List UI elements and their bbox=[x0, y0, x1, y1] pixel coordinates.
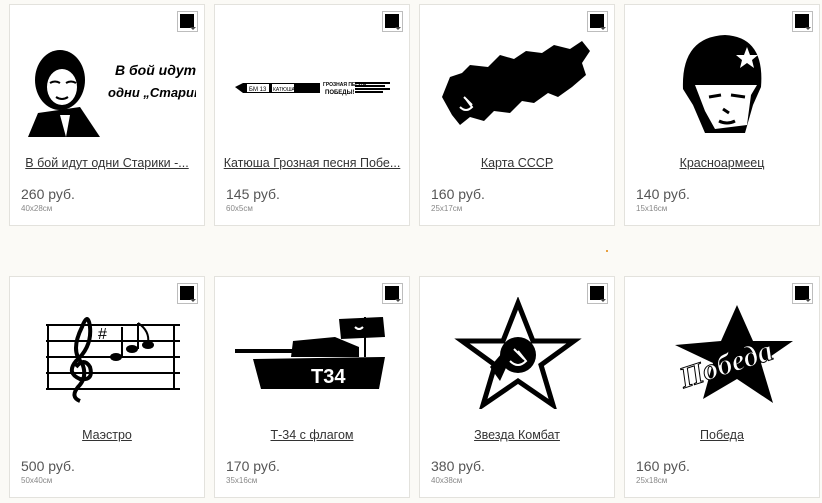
product-card[interactable]: Звезда Комбат 380 руб. 40x38см bbox=[419, 276, 615, 498]
product-image-ussr-map[interactable] bbox=[430, 25, 606, 137]
product-title-link[interactable]: Победа bbox=[629, 428, 815, 442]
product-price: 160 руб. bbox=[431, 186, 485, 202]
product-size: 60x5см bbox=[226, 204, 253, 213]
art-text: КАТЮША bbox=[273, 87, 296, 93]
art-text: В бой идут bbox=[115, 62, 196, 78]
art-text: Т34 bbox=[311, 366, 346, 388]
product-size: 40x28см bbox=[21, 204, 53, 213]
product-card[interactable]: Победа Победа 160 руб. 25x18см bbox=[624, 276, 820, 498]
product-title-link[interactable]: Катюша Грозная песня Побе... bbox=[219, 156, 405, 170]
product-image-pobeda[interactable]: Победа bbox=[635, 297, 811, 409]
product-card[interactable]: Красноармеец 140 руб. 15x16см bbox=[624, 4, 820, 226]
product-title-link[interactable]: Маэстро bbox=[14, 428, 200, 442]
product-image-old-men[interactable]: В бой идут одни „Старики" bbox=[20, 25, 215, 137]
product-image-red-army-soldier[interactable] bbox=[635, 25, 811, 137]
art-text: ПОБЕДЫ! bbox=[325, 90, 354, 96]
art-text: БМ 13 bbox=[249, 87, 267, 93]
product-card[interactable]: Т34 Т-34 с флагом 170 руб. 35x16см bbox=[214, 276, 410, 498]
product-title-link[interactable]: В бой идут одни Старики -... bbox=[14, 156, 200, 170]
product-title-link[interactable]: Красноармеец bbox=[629, 156, 815, 170]
product-title-link[interactable]: Карта СССР bbox=[424, 156, 610, 170]
product-title-link[interactable]: Звезда Комбат bbox=[424, 428, 610, 442]
product-image-t34-tank[interactable]: Т34 bbox=[225, 297, 401, 409]
product-card[interactable]: БМ 13 КАТЮША ГРОЗНАЯ ПЕСНЯ ПОБЕДЫ! Катюш… bbox=[214, 4, 410, 226]
product-price: 500 руб. bbox=[21, 458, 75, 474]
product-size: 35x16см bbox=[226, 476, 258, 485]
product-size: 25x18см bbox=[636, 476, 668, 485]
product-price: 260 руб. bbox=[21, 186, 75, 202]
product-image-maestro[interactable]: # bbox=[20, 297, 196, 409]
product-price: 140 руб. bbox=[636, 186, 690, 202]
product-card[interactable]: Карта СССР 160 руб. 25x17см bbox=[419, 4, 615, 226]
decorative-dot bbox=[606, 250, 608, 252]
product-size: 25x17см bbox=[431, 204, 463, 213]
product-price: 380 руб. bbox=[431, 458, 485, 474]
product-image-katyusha[interactable]: БМ 13 КАТЮША ГРОЗНАЯ ПЕСНЯ ПОБЕДЫ! bbox=[225, 25, 401, 137]
art-text: одни „Старики" bbox=[108, 85, 196, 100]
product-card[interactable]: # Маэстро 500 руб. 50x40см bbox=[9, 276, 205, 498]
product-size: 50x40см bbox=[21, 476, 53, 485]
product-price: 170 руб. bbox=[226, 458, 280, 474]
product-price: 160 руб. bbox=[636, 458, 690, 474]
product-price: 145 руб. bbox=[226, 186, 280, 202]
svg-text:#: # bbox=[98, 326, 107, 343]
product-title-link[interactable]: Т-34 с флагом bbox=[219, 428, 405, 442]
product-image-star-kombat[interactable] bbox=[430, 296, 606, 412]
product-size: 15x16см bbox=[636, 204, 668, 213]
product-size: 40x38см bbox=[431, 476, 463, 485]
product-card[interactable]: В бой идут одни „Старики" В бой идут одн… bbox=[9, 4, 215, 226]
